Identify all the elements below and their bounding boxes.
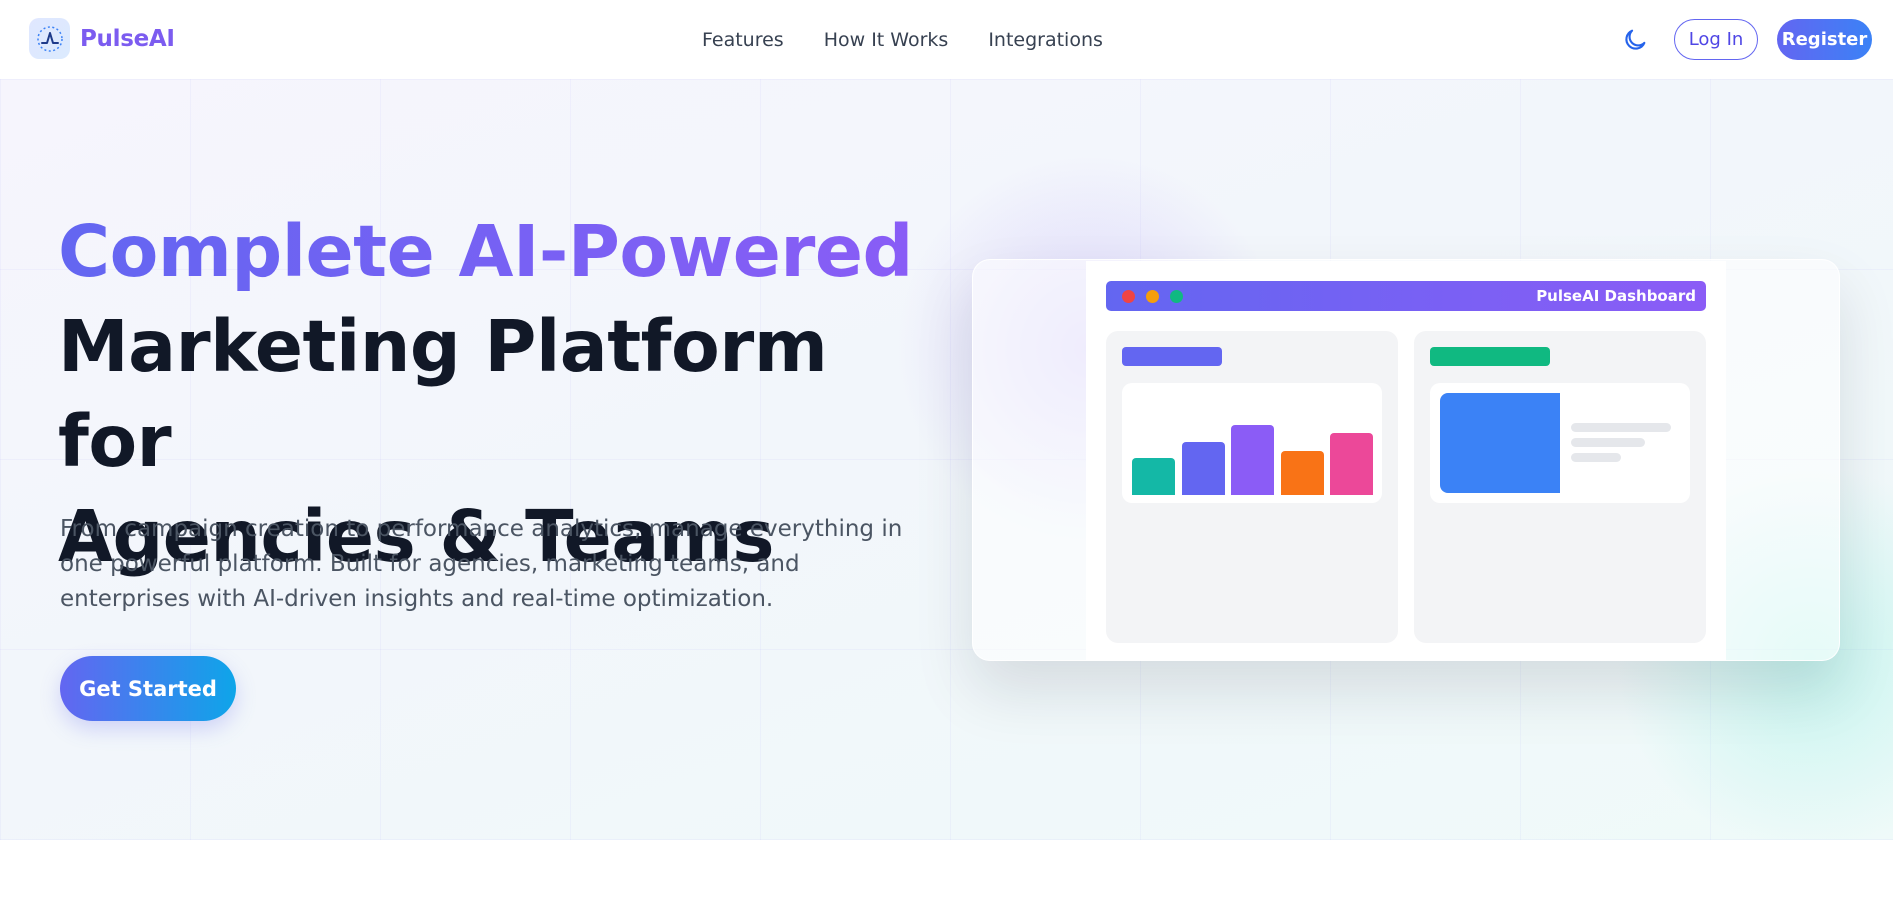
mockup-title: PulseAI Dashboard xyxy=(1536,287,1696,305)
pulse-logo-icon xyxy=(29,18,70,59)
summary-box xyxy=(1430,383,1690,503)
summary-blue-block xyxy=(1440,393,1560,493)
window-dot-green xyxy=(1170,290,1183,303)
mockup-bar-3 xyxy=(1231,425,1274,495)
mockup-bar-4 xyxy=(1280,451,1324,495)
get-started-button[interactable]: Get Started xyxy=(60,656,236,721)
main-nav: Features How It Works Integrations xyxy=(702,0,1103,79)
card-header-placeholder xyxy=(1430,347,1550,366)
hero-section: Complete AI-Powered Marketing Platform f… xyxy=(0,79,1893,840)
hero-subtext: From campaign creation to performance an… xyxy=(60,516,903,612)
headline-line-2: Marketing Platform for xyxy=(58,305,828,483)
text-placeholder-line xyxy=(1571,423,1671,432)
dark-mode-toggle-moon-icon[interactable] xyxy=(1621,26,1649,54)
login-button[interactable]: Log In xyxy=(1674,19,1758,60)
dashboard-mockup: PulseAI Dashboard xyxy=(972,259,1840,661)
window-dot-red xyxy=(1122,290,1135,303)
mockup-bar-2 xyxy=(1181,442,1225,495)
brand-name: PulseAI xyxy=(80,25,175,52)
top-navbar: PulseAI Features How It Works Integratio… xyxy=(0,0,1893,79)
text-placeholder-line xyxy=(1571,453,1621,462)
mockup-bar-chart xyxy=(1122,383,1382,503)
headline-accent: Complete AI-Powered xyxy=(58,204,958,299)
text-placeholder-line xyxy=(1571,438,1645,447)
mockup-card-chart xyxy=(1106,331,1398,643)
brand-logo-link[interactable]: PulseAI xyxy=(29,18,175,59)
below-hero-area xyxy=(0,840,1893,917)
register-button[interactable]: Register xyxy=(1777,19,1872,60)
nav-link-features[interactable]: Features xyxy=(702,29,784,51)
mockup-bar-1 xyxy=(1132,458,1175,495)
window-dot-yellow xyxy=(1146,290,1159,303)
mockup-card-summary xyxy=(1414,331,1706,643)
mockup-bar-5 xyxy=(1330,433,1373,495)
nav-link-integrations[interactable]: Integrations xyxy=(988,29,1103,51)
nav-link-how-it-works[interactable]: How It Works xyxy=(824,29,949,51)
card-header-placeholder xyxy=(1122,347,1222,366)
mockup-titlebar: PulseAI Dashboard xyxy=(1106,281,1706,311)
mockup-screen: PulseAI Dashboard xyxy=(1086,261,1726,661)
